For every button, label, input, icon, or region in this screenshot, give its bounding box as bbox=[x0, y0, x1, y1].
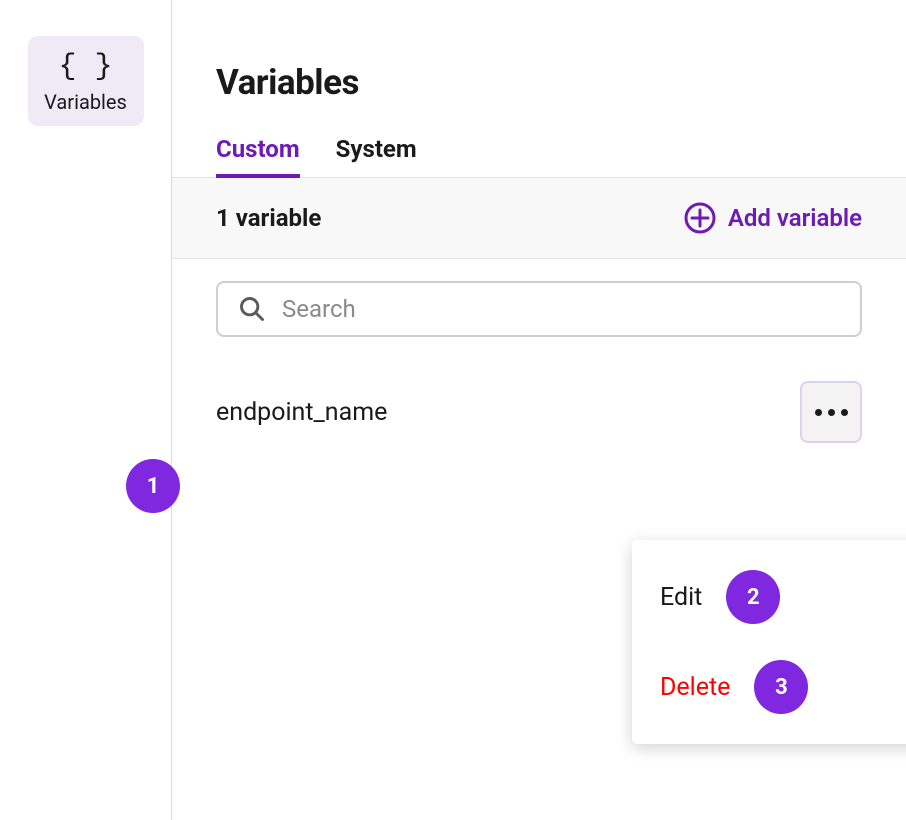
search-container bbox=[172, 259, 906, 337]
annotation-badge: 2 bbox=[726, 570, 780, 624]
tabs: Custom System bbox=[172, 127, 906, 177]
menu-item-delete[interactable]: Delete 3 bbox=[632, 642, 906, 732]
search-icon bbox=[238, 295, 266, 323]
sidebar-item-variables[interactable]: { } Variables bbox=[28, 36, 144, 126]
variable-count: 1 variable bbox=[216, 204, 321, 232]
variable-name: endpoint_name bbox=[216, 398, 387, 427]
main-panel: Variables Custom System 1 variable bbox=[172, 0, 906, 820]
toolbar: 1 variable Add variable bbox=[172, 177, 906, 259]
menu-item-label: Edit bbox=[660, 583, 702, 612]
tab-label: System bbox=[336, 135, 417, 163]
dots-icon bbox=[815, 409, 822, 416]
sidebar-item-label: Variables bbox=[44, 90, 127, 114]
tab-system[interactable]: System bbox=[336, 127, 417, 177]
more-options-button[interactable] bbox=[800, 381, 862, 443]
annotation-badge: 3 bbox=[754, 660, 808, 714]
sidebar: { } Variables bbox=[0, 0, 172, 820]
annotation-badge: 1 bbox=[126, 459, 180, 513]
menu-item-edit[interactable]: Edit 2 bbox=[632, 552, 906, 642]
tab-custom[interactable]: Custom bbox=[216, 127, 300, 177]
add-variable-label: Add variable bbox=[728, 204, 862, 232]
context-menu: Edit 2 Delete 3 bbox=[632, 540, 906, 744]
plus-circle-icon bbox=[684, 202, 716, 234]
search-input[interactable] bbox=[282, 295, 840, 323]
tab-label: Custom bbox=[216, 135, 300, 163]
braces-icon: { } bbox=[58, 52, 112, 82]
variable-list: endpoint_name bbox=[172, 337, 906, 443]
page-title: Variables bbox=[172, 62, 906, 127]
add-variable-button[interactable]: Add variable bbox=[684, 202, 862, 234]
search-box[interactable] bbox=[216, 281, 862, 337]
variable-row: endpoint_name bbox=[216, 381, 862, 443]
menu-item-label: Delete bbox=[660, 673, 730, 702]
